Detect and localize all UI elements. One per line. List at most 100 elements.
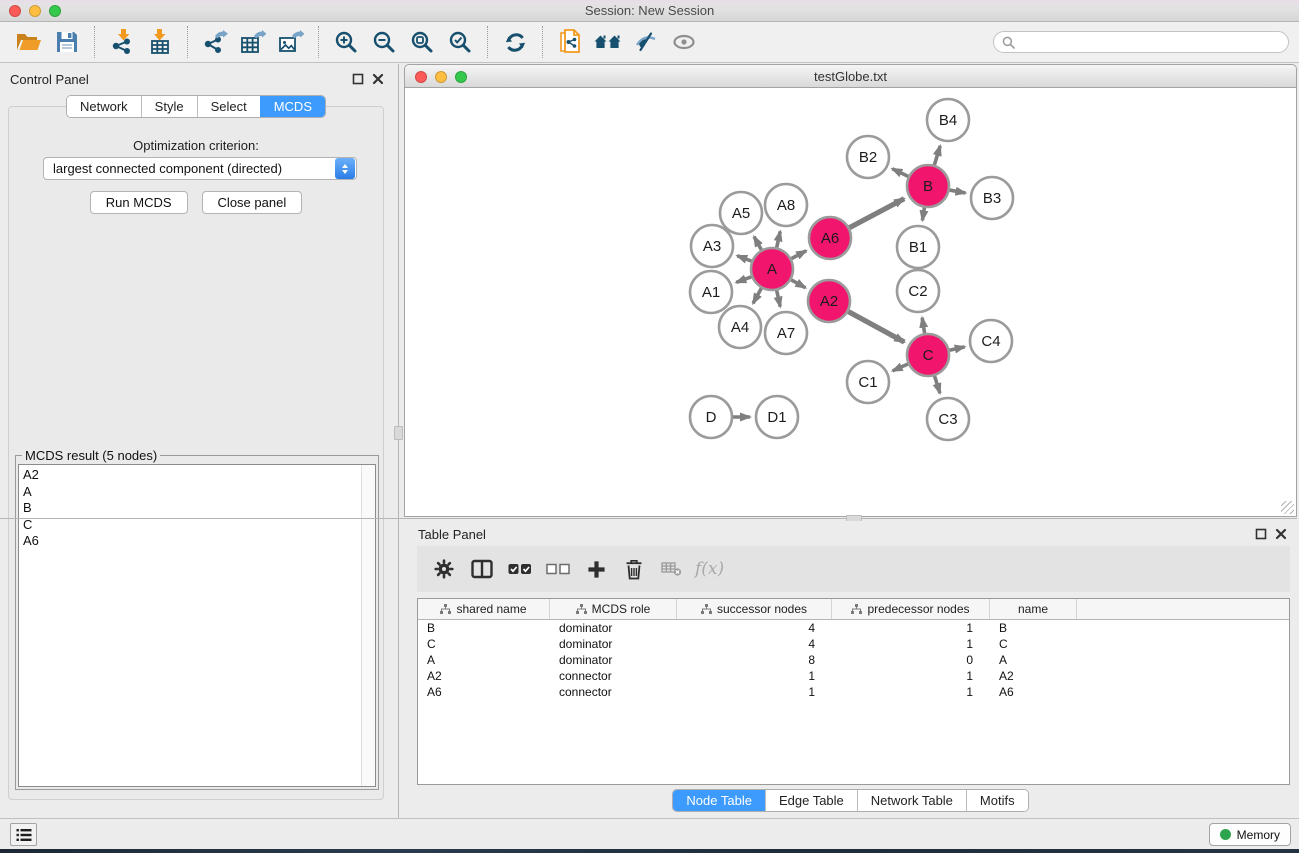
zoom-in-button[interactable] <box>327 25 365 59</box>
table-cell[interactable]: A6 <box>990 684 1077 700</box>
tab-node-table[interactable]: Node Table <box>673 790 765 811</box>
graph-node-A2[interactable]: A2 <box>808 280 850 322</box>
graph-node-B[interactable]: B <box>907 165 949 207</box>
zoom-out-button[interactable] <box>365 25 403 59</box>
close-panel-action-button[interactable]: Close panel <box>202 191 303 214</box>
network-window-titlebar[interactable]: testGlobe.txt <box>404 64 1297 88</box>
graph-edge-A-A8[interactable] <box>777 231 781 247</box>
table-row[interactable]: Cdominator41C <box>418 636 1289 652</box>
graph-node-C[interactable]: C <box>907 334 949 376</box>
table-cell[interactable]: dominator <box>550 636 677 652</box>
function-builder-label[interactable]: f(x) <box>695 559 724 579</box>
graph-node-B1[interactable]: B1 <box>897 226 939 268</box>
graph-edge-A6-B[interactable] <box>849 199 904 228</box>
import-table-button[interactable] <box>141 25 179 59</box>
column-header-predecessor-nodes[interactable]: predecessor nodes <box>832 599 990 619</box>
table-row[interactable]: Bdominator41B <box>418 620 1289 636</box>
result-item[interactable]: B <box>23 500 361 517</box>
table-cell[interactable]: B <box>990 620 1077 636</box>
graph-node-A1[interactable]: A1 <box>690 271 732 313</box>
home-button[interactable] <box>589 25 627 59</box>
zoom-selected-button[interactable] <box>441 25 479 59</box>
tab-edge-table[interactable]: Edge Table <box>765 790 857 811</box>
tab-mcds[interactable]: MCDS <box>260 96 325 117</box>
graph-edge-B-B2[interactable] <box>892 169 908 177</box>
graph-node-B2[interactable]: B2 <box>847 136 889 178</box>
table-cell[interactable]: A6 <box>418 684 550 700</box>
graph-node-A4[interactable]: A4 <box>719 306 761 348</box>
hide-details-button[interactable] <box>627 25 665 59</box>
graph-node-A7[interactable]: A7 <box>765 312 807 354</box>
table-cell[interactable]: 1 <box>832 668 990 684</box>
memory-button[interactable]: Memory <box>1209 823 1291 846</box>
table-cell[interactable]: 4 <box>677 620 832 636</box>
export-table-button[interactable] <box>234 25 272 59</box>
node-table[interactable]: shared nameMCDS rolesuccessor nodesprede… <box>417 598 1290 785</box>
vertical-splitter[interactable] <box>392 64 404 818</box>
network-canvas[interactable]: B4B2BB3A5A8A6A3B1AA1C2A2A4A7C4CC1DD1C3 <box>404 88 1297 517</box>
graph-edge-C-C2[interactable] <box>922 318 924 334</box>
mcds-list-scrollbar[interactable] <box>361 465 375 786</box>
graph-edge-A-A1[interactable] <box>736 277 751 283</box>
tab-network-table[interactable]: Network Table <box>857 790 966 811</box>
graph-edge-A-A7[interactable] <box>777 290 781 306</box>
import-network-button[interactable] <box>103 25 141 59</box>
graph-node-C3[interactable]: C3 <box>927 398 969 440</box>
table-cell[interactable]: C <box>418 636 550 652</box>
graph-node-B4[interactable]: B4 <box>927 99 969 141</box>
graph-edge-A2-C[interactable] <box>848 312 904 343</box>
graph-node-C1[interactable]: C1 <box>847 361 889 403</box>
criterion-dropdown[interactable]: largest connected component (directed) <box>43 157 357 180</box>
save-session-button[interactable] <box>48 25 86 59</box>
graph-node-A5[interactable]: A5 <box>720 192 762 234</box>
graph-edge-B-B3[interactable] <box>950 190 966 193</box>
graph-node-C2[interactable]: C2 <box>897 270 939 312</box>
export-image-button[interactable] <box>272 25 310 59</box>
graph-edge-A-A3[interactable] <box>737 256 751 261</box>
table-cell[interactable]: dominator <box>550 652 677 668</box>
table-cell[interactable]: A2 <box>990 668 1077 684</box>
table-cell[interactable]: dominator <box>550 620 677 636</box>
add-row-button[interactable] <box>577 550 615 588</box>
task-history-button[interactable] <box>10 823 37 846</box>
table-cell[interactable]: A <box>418 652 550 668</box>
graph-edge-A-A5[interactable] <box>754 237 761 250</box>
export-network-button[interactable] <box>196 25 234 59</box>
result-item[interactable]: A <box>23 484 361 501</box>
graph-edge-A-A4[interactable] <box>753 288 761 303</box>
table-cell[interactable]: B <box>418 620 550 636</box>
table-row[interactable]: Adominator80A <box>418 652 1289 668</box>
column-header-MCDS-role[interactable]: MCDS role <box>550 599 677 619</box>
resize-grip[interactable] <box>1281 501 1294 514</box>
open-file-button[interactable] <box>10 25 48 59</box>
select-all-button[interactable] <box>501 550 539 588</box>
table-cell[interactable]: 0 <box>832 652 990 668</box>
graph-edge-B-B4[interactable] <box>934 146 940 165</box>
deselect-all-button[interactable] <box>539 550 577 588</box>
graph-node-D1[interactable]: D1 <box>756 396 798 438</box>
graph-node-B3[interactable]: B3 <box>971 177 1013 219</box>
table-cell[interactable]: 1 <box>677 684 832 700</box>
tab-network[interactable]: Network <box>67 96 141 117</box>
table-cell[interactable]: 1 <box>677 668 832 684</box>
graph-edge-A-A6[interactable] <box>791 251 806 259</box>
graph-node-A8[interactable]: A8 <box>765 184 807 226</box>
graph-edge-C-C4[interactable] <box>949 347 964 350</box>
column-header-successor-nodes[interactable]: successor nodes <box>677 599 832 619</box>
search-input[interactable] <box>1020 35 1280 49</box>
graph-edge-A-A2[interactable] <box>791 280 805 288</box>
table-cell[interactable]: A <box>990 652 1077 668</box>
search-box[interactable] <box>993 31 1289 53</box>
refresh-button[interactable] <box>496 25 534 59</box>
table-settings-button[interactable] <box>425 550 463 588</box>
column-header-shared-name[interactable]: shared name <box>418 599 550 619</box>
show-columns-button[interactable] <box>463 550 501 588</box>
table-cell[interactable]: 1 <box>832 684 990 700</box>
close-panel-button[interactable] <box>371 73 384 86</box>
table-cell[interactable]: 1 <box>832 636 990 652</box>
table-cell[interactable]: connector <box>550 684 677 700</box>
table-row[interactable]: A6connector11A6 <box>418 684 1289 700</box>
close-table-panel-button[interactable] <box>1274 528 1287 541</box>
float-table-panel-button[interactable] <box>1254 528 1267 541</box>
graph-edge-C-C3[interactable] <box>935 376 940 393</box>
